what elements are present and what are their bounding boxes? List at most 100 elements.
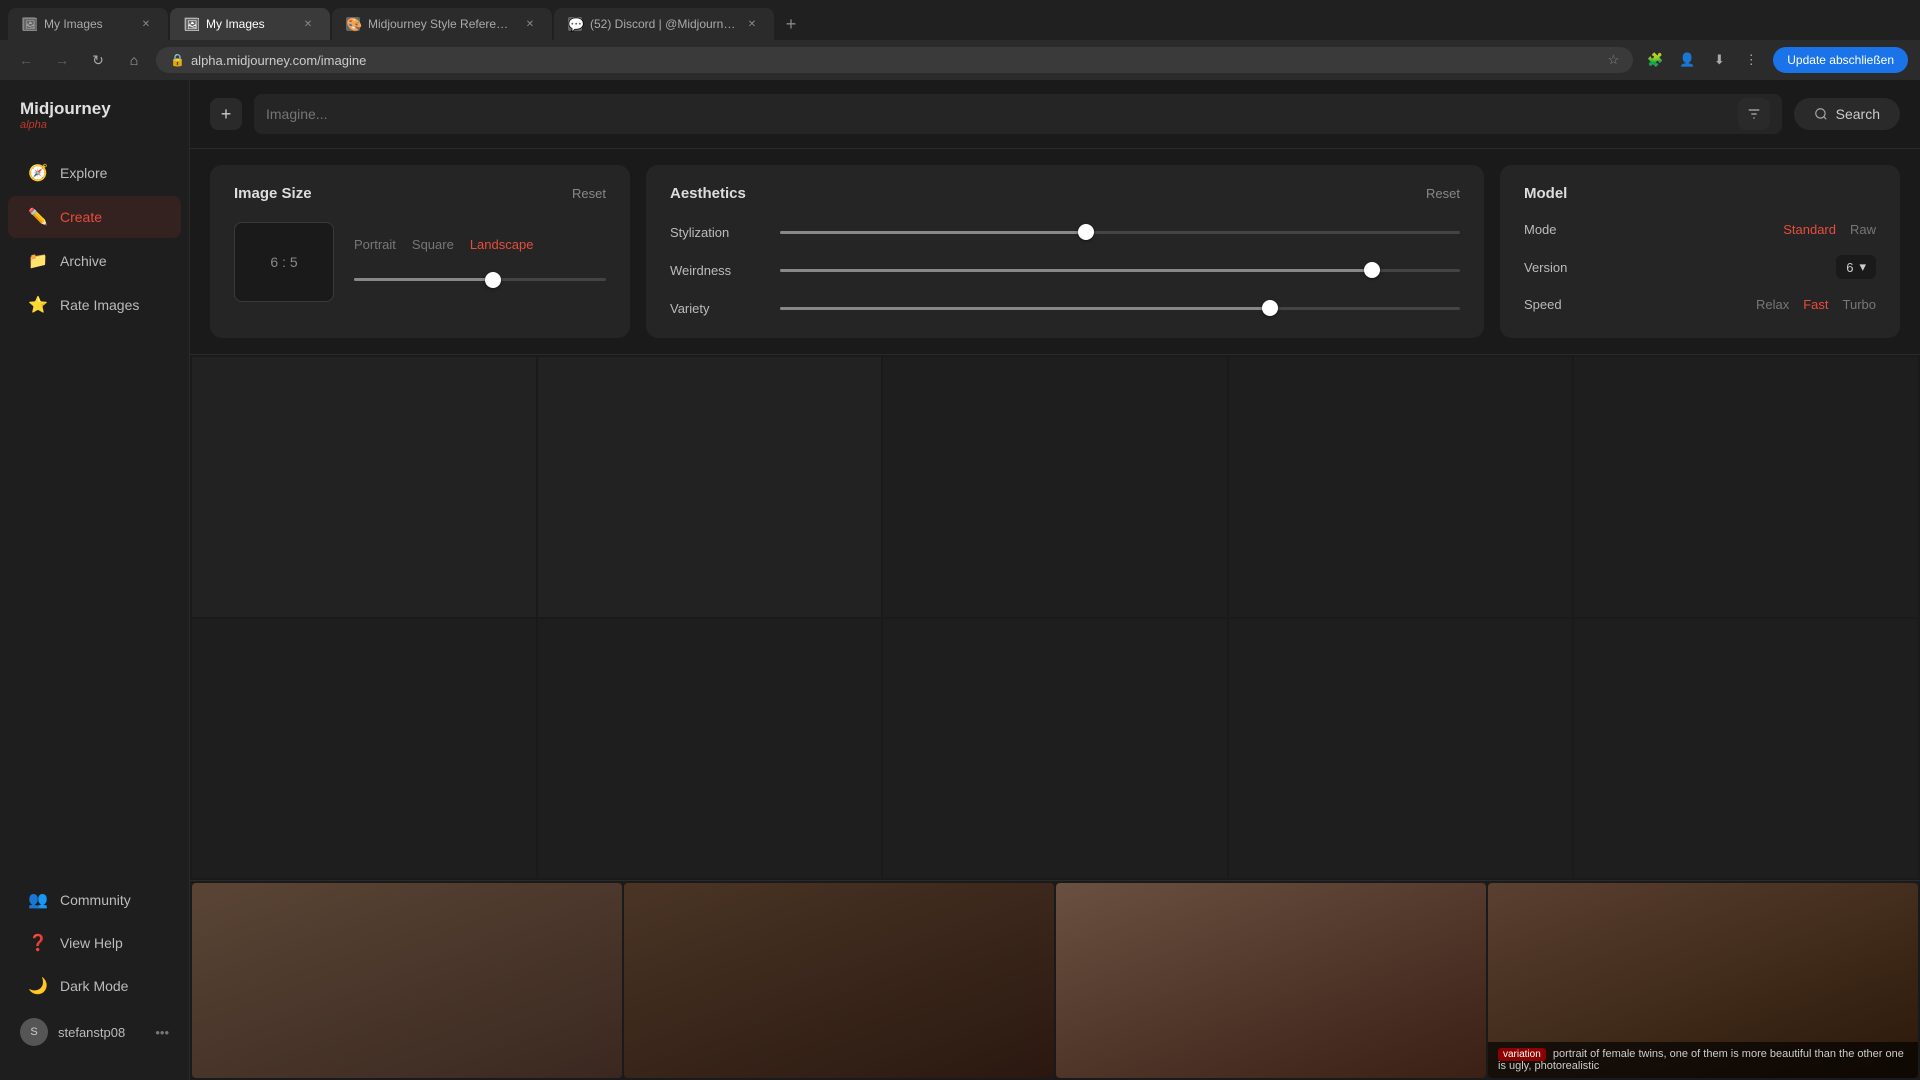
thumb-4[interactable]: variation portrait of female twins, one … <box>1488 883 1918 1078</box>
stylization-label: Stylization <box>670 225 780 240</box>
sidebar-item-archive[interactable]: 📁 Archive <box>8 240 181 282</box>
size-slider-fill <box>354 278 493 281</box>
new-tab-button[interactable]: + <box>776 9 806 39</box>
tab-3-close[interactable]: ✕ <box>522 16 538 32</box>
sidebar-item-view-help[interactable]: ❓ View Help <box>8 922 181 964</box>
image-grid <box>190 355 1920 880</box>
variety-thumb[interactable] <box>1262 300 1278 316</box>
sidebar-item-rate-images[interactable]: ⭐ Rate Images <box>8 284 181 326</box>
sidebar-item-dark-label: Dark Mode <box>60 978 128 994</box>
thumb-1[interactable] <box>192 883 622 1078</box>
reload-button[interactable]: ↻ <box>84 46 112 74</box>
aesthetics-reset[interactable]: Reset <box>1426 186 1460 201</box>
sidebar-item-create[interactable]: ✏️ Create <box>8 196 181 238</box>
top-bar: + Search <box>190 80 1920 149</box>
speed-fast[interactable]: Fast <box>1803 297 1828 312</box>
search-button[interactable]: Search <box>1794 98 1900 130</box>
tab-4-close[interactable]: ✕ <box>744 16 760 32</box>
lock-icon: 🔒 <box>170 53 185 67</box>
download-btn[interactable]: ⬇ <box>1705 46 1733 74</box>
grid-cell-4[interactable] <box>1229 357 1573 617</box>
tab-2[interactable]: 🖼 My Images ✕ <box>170 8 330 40</box>
dark-mode-icon: 🌙 <box>28 976 48 996</box>
sidebar-item-community[interactable]: 👥 Community <box>8 879 181 921</box>
version-label: Version <box>1524 260 1567 275</box>
tab-3[interactable]: 🎨 Midjourney Style Reference ✕ <box>332 8 552 40</box>
imagine-input[interactable] <box>266 102 1738 126</box>
home-button[interactable]: ⌂ <box>120 46 148 74</box>
forward-button[interactable]: → <box>48 46 76 74</box>
sidebar-item-rate-label: Rate Images <box>60 297 139 313</box>
logo-midjourney: Midjourney <box>20 100 169 119</box>
menu-btn[interactable]: ⋮ <box>1737 46 1765 74</box>
weirdness-row: Weirdness <box>670 260 1460 280</box>
user-more-button[interactable]: ••• <box>155 1025 169 1040</box>
thumb-3[interactable] <box>1056 883 1486 1078</box>
weirdness-slider[interactable] <box>780 260 1460 280</box>
update-button[interactable]: Update abschließen <box>1773 47 1908 73</box>
grid-cell-8[interactable] <box>883 619 1227 879</box>
version-select[interactable]: 6 ▾ <box>1836 255 1876 279</box>
profile-btn[interactable]: 👤 <box>1673 46 1701 74</box>
archive-icon: 📁 <box>28 251 48 271</box>
sidebar-item-dark-mode[interactable]: 🌙 Dark Mode <box>8 965 181 1007</box>
back-button[interactable]: ← <box>12 46 40 74</box>
filter-button[interactable] <box>1738 98 1770 130</box>
browser-actions: 🧩 👤 ⬇ ⋮ <box>1641 46 1765 74</box>
mode-standard[interactable]: Standard <box>1783 222 1836 237</box>
speed-row: Speed Relax Fast Turbo <box>1524 297 1876 312</box>
app-layout: Midjourney alpha 🧭 Explore ✏️ Create 📁 A… <box>0 80 1920 1080</box>
size-slider-row <box>354 270 606 290</box>
image-size-reset[interactable]: Reset <box>572 186 606 201</box>
size-slider[interactable] <box>354 270 606 290</box>
tab-1-close[interactable]: ✕ <box>138 16 154 32</box>
mode-options: Standard Raw <box>1783 222 1876 237</box>
browser-chrome: 🖼 My Images ✕ 🖼 My Images ✕ 🎨 Midjourney… <box>0 0 1920 80</box>
version-chevron-icon: ▾ <box>1859 259 1866 275</box>
tab-4-title: (52) Discord | @Midjourney Bot <box>590 17 736 31</box>
grid-cell-5[interactable] <box>1574 357 1918 617</box>
new-creation-button[interactable]: + <box>210 98 242 130</box>
thumb-2[interactable] <box>624 883 1054 1078</box>
speed-turbo[interactable]: Turbo <box>1843 297 1876 312</box>
tab-1[interactable]: 🖼 My Images ✕ <box>8 8 168 40</box>
user-row[interactable]: S stefanstp08 ••• <box>0 1008 189 1056</box>
orient-portrait[interactable]: Portrait <box>354 235 396 254</box>
tab-2-close[interactable]: ✕ <box>300 16 316 32</box>
stylization-fill <box>780 231 1086 234</box>
orient-landscape[interactable]: Landscape <box>470 235 534 254</box>
version-value: 6 <box>1846 260 1853 275</box>
speed-relax[interactable]: Relax <box>1756 297 1789 312</box>
address-text: alpha.midjourney.com/imagine <box>191 53 1602 68</box>
sidebar-item-explore[interactable]: 🧭 Explore <box>8 152 181 194</box>
tab-4[interactable]: 💬 (52) Discord | @Midjourney Bot ✕ <box>554 8 774 40</box>
sidebar: Midjourney alpha 🧭 Explore ✏️ Create 📁 A… <box>0 80 190 1080</box>
grid-cell-1[interactable] <box>192 357 536 617</box>
logo: Midjourney alpha <box>0 96 189 151</box>
stylization-slider[interactable] <box>780 222 1460 242</box>
mode-raw[interactable]: Raw <box>1850 222 1876 237</box>
imagine-input-container[interactable] <box>254 94 1782 134</box>
grid-cell-7[interactable] <box>538 619 882 879</box>
variety-row: Variety <box>670 298 1460 318</box>
grid-cell-2[interactable] <box>538 357 882 617</box>
extensions-btn[interactable]: 🧩 <box>1641 46 1669 74</box>
orient-square[interactable]: Square <box>412 235 454 254</box>
version-row: Version 6 ▾ <box>1524 255 1876 279</box>
main-content: + Search Image Size <box>190 80 1920 1080</box>
size-slider-thumb[interactable] <box>485 272 501 288</box>
image-size-panel: Image Size Reset 6 : 5 Portrait Square L… <box>210 165 630 338</box>
grid-cell-9[interactable] <box>1229 619 1573 879</box>
stylization-thumb[interactable] <box>1078 224 1094 240</box>
options-row: Image Size Reset 6 : 5 Portrait Square L… <box>190 149 1920 355</box>
size-controls: Portrait Square Landscape <box>354 235 606 290</box>
grid-cell-3[interactable] <box>883 357 1227 617</box>
grid-cell-10[interactable] <box>1574 619 1918 879</box>
address-bar[interactable]: 🔒 alpha.midjourney.com/imagine ☆ <box>156 47 1633 73</box>
mode-row: Mode Standard Raw <box>1524 222 1876 237</box>
variety-slider[interactable] <box>780 298 1460 318</box>
bookmark-icon[interactable]: ☆ <box>1608 52 1620 68</box>
stylization-track <box>780 231 1460 234</box>
grid-cell-6[interactable] <box>192 619 536 879</box>
weirdness-thumb[interactable] <box>1364 262 1380 278</box>
